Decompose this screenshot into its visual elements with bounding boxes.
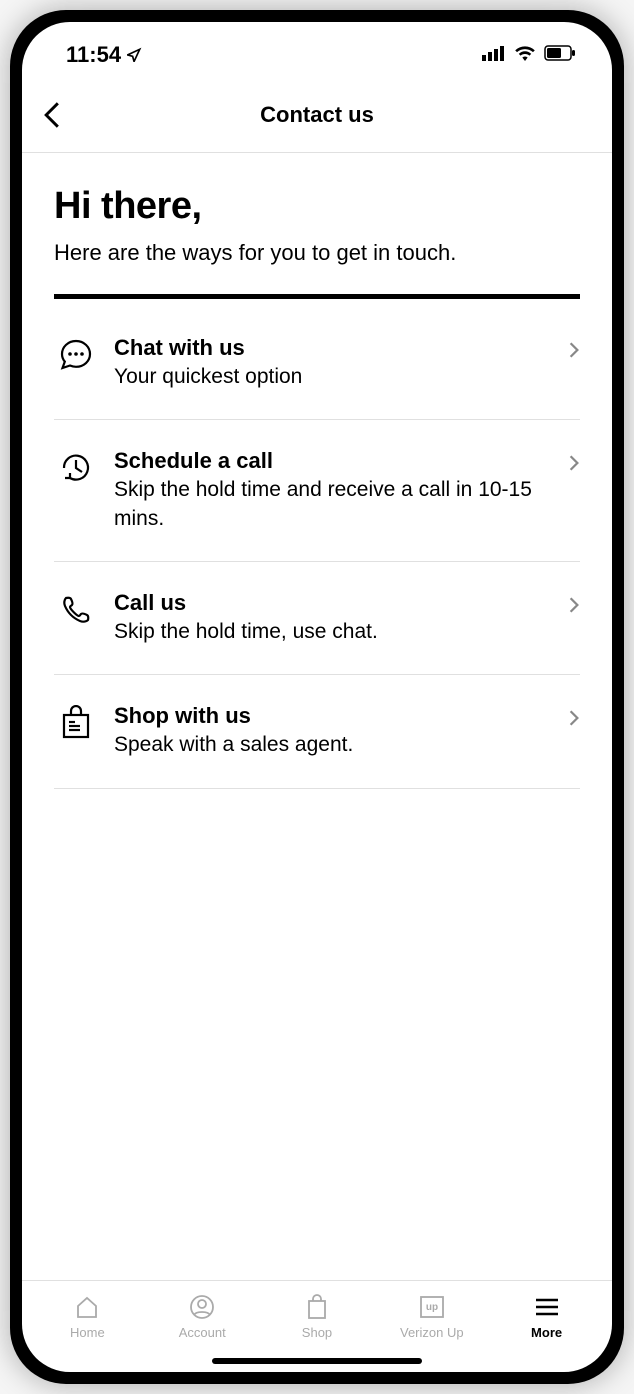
tab-label: More [531,1325,562,1340]
chevron-right-icon [568,703,580,727]
option-title: Chat with us [114,335,552,361]
tab-label: Account [179,1325,226,1340]
battery-icon [544,45,576,66]
svg-text:up: up [426,1302,438,1313]
tab-account[interactable]: Account [145,1293,260,1340]
option-desc: Your quickest option [114,363,552,391]
page-title: Hi there, [54,185,580,228]
chevron-right-icon [568,448,580,472]
chevron-right-icon [568,590,580,614]
option-title: Call us [114,590,552,616]
tab-shop[interactable]: Shop [260,1293,375,1340]
option-title: Shop with us [114,703,552,729]
option-desc: Skip the hold time and receive a call in… [114,476,552,533]
chevron-right-icon [568,335,580,359]
tab-label: Home [70,1325,105,1340]
option-desc: Skip the hold time, use chat. [114,618,552,646]
section-divider [54,294,580,299]
status-time: 11:54 [66,42,143,68]
home-icon [74,1293,100,1321]
tab-label: Shop [302,1325,332,1340]
tab-bar: Home Account [22,1280,612,1344]
option-title: Schedule a call [114,448,552,474]
back-button[interactable] [42,101,62,129]
tab-home[interactable]: Home [30,1293,145,1340]
account-icon [189,1293,215,1321]
home-indicator[interactable] [212,1358,422,1364]
tab-label: Verizon Up [400,1325,464,1340]
cellular-icon [482,45,506,66]
option-desc: Speak with a sales agent. [114,731,552,759]
location-icon [127,42,143,68]
verizon-up-icon: up [419,1293,445,1321]
phone-frame: 11:54 [10,10,624,1384]
page-header-title: Contact us [42,102,592,128]
chat-icon [54,335,98,373]
nav-header: Contact us [22,78,612,153]
phone-icon [54,590,98,628]
status-bar: 11:54 [22,22,612,78]
phone-screen: 11:54 [22,22,612,1372]
shop-icon [306,1293,328,1321]
option-shop-with-us[interactable]: Shop with us Speak with a sales agent. [54,675,580,788]
status-icons [482,45,576,66]
option-chat[interactable]: Chat with us Your quickest option [54,307,580,420]
wifi-icon [514,45,536,66]
content-area: Hi there, Here are the ways for you to g… [22,153,612,1280]
menu-icon [534,1293,560,1321]
clock-text: 11:54 [66,42,121,68]
option-schedule-call[interactable]: Schedule a call Skip the hold time and r… [54,420,580,562]
shopping-bag-icon [54,703,98,741]
option-call-us[interactable]: Call us Skip the hold time, use chat. [54,562,580,675]
tab-more[interactable]: More [489,1293,604,1340]
clock-callback-icon [54,448,98,486]
tab-verizon-up[interactable]: up Verizon Up [374,1293,489,1340]
page-subtitle: Here are the ways for you to get in touc… [54,240,580,266]
